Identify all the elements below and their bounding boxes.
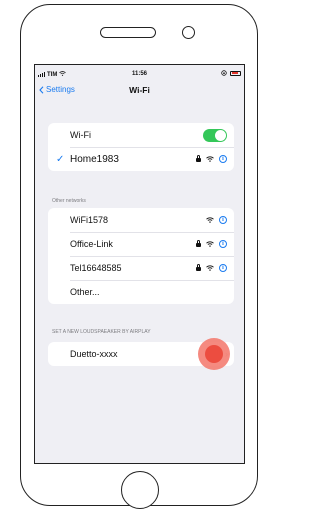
status-right <box>221 70 241 76</box>
camera-icon <box>182 26 195 39</box>
connected-network-name: Home1983 <box>70 153 119 165</box>
airplay-header: SET A NEW LOUDSPAEAKER BY AIRPLAY <box>52 329 151 335</box>
wifi-toggle[interactable] <box>203 128 227 142</box>
speaker-slot <box>100 27 156 38</box>
other-networks-group: WiFi1578 i Office-Link i Tel16648585 i O… <box>48 208 234 304</box>
lock-icon <box>196 240 201 247</box>
other-networks-header: Other networks <box>52 198 86 204</box>
checkmark-icon: ✓ <box>56 153 65 165</box>
network-icons: i <box>196 155 227 163</box>
page-title: Wi-Fi <box>129 85 150 95</box>
tap-indicator <box>198 338 230 370</box>
network-row[interactable]: Office-Link i <box>48 232 234 256</box>
info-icon[interactable]: i <box>219 216 227 224</box>
airplay-device-name: Duetto-xxxx <box>70 349 118 359</box>
wifi-signal-icon <box>206 265 214 271</box>
battery-icon <box>230 70 241 76</box>
tap-indicator-dot <box>205 345 223 363</box>
wifi-signal-icon <box>206 156 214 162</box>
network-icons: i <box>196 240 227 248</box>
network-name: Tel16648585 <box>70 263 122 273</box>
wifi-signal-icon <box>206 217 214 223</box>
info-icon[interactable]: i <box>219 155 227 163</box>
network-row[interactable]: Tel16648585 i <box>48 256 234 280</box>
info-icon[interactable]: i <box>219 264 227 272</box>
network-row[interactable]: WiFi1578 i <box>48 208 234 232</box>
other-network-label: Other... <box>70 287 100 297</box>
home-button[interactable] <box>121 471 159 509</box>
network-name: WiFi1578 <box>70 215 109 225</box>
wifi-toggle-label: Wi-Fi <box>70 130 91 140</box>
info-icon[interactable]: i <box>219 240 227 248</box>
status-bar: TIM 11:56 <box>35 69 244 81</box>
wifi-signal-icon <box>206 241 214 247</box>
orientation-lock-icon <box>221 70 227 76</box>
status-time: 11:56 <box>131 71 147 77</box>
network-name: Office-Link <box>70 239 113 249</box>
navigation-bar: Settings Wi-Fi <box>35 84 244 98</box>
other-network-row[interactable]: Other... <box>48 280 234 304</box>
wifi-group: Wi-Fi ✓ Home1983 i <box>48 123 234 171</box>
wifi-toggle-row: Wi-Fi <box>48 123 234 147</box>
network-icons: i <box>196 264 227 272</box>
lock-icon <box>196 155 201 162</box>
phone-screen: TIM 11:56 Settings Wi-Fi Wi-Fi ✓ Home198… <box>34 64 245 464</box>
lock-icon <box>196 264 201 271</box>
network-icons: i <box>206 216 227 224</box>
connected-network-row[interactable]: ✓ Home1983 i <box>48 147 234 171</box>
